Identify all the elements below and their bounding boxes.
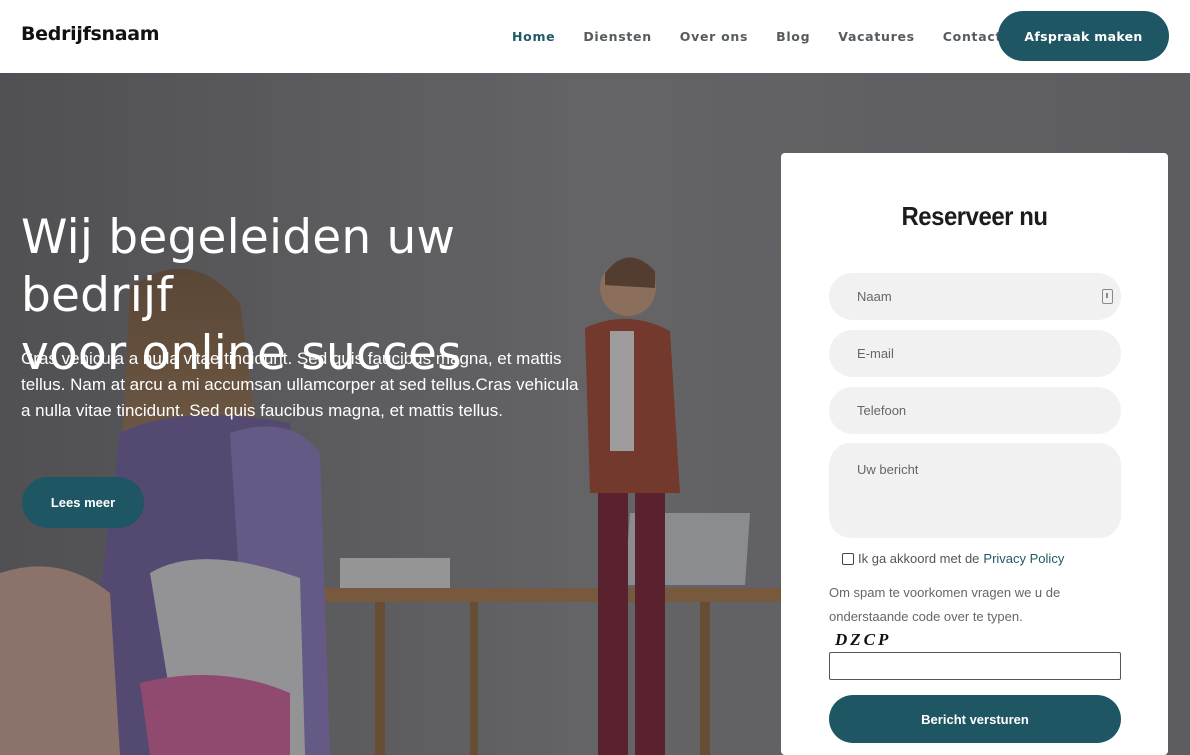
email-placeholder: E-mail [857, 346, 894, 361]
hero-title-line1: Wij begeleiden uw bedrijf [21, 210, 456, 323]
captcha-code: DZCP [835, 630, 892, 649]
reservation-form-card: Reserveer nu Naam E-mail Telefoon Uw ber… [781, 153, 1168, 755]
consent-label: Ik ga akkoord met de [858, 551, 980, 566]
message-field[interactable]: Uw bericht [829, 443, 1121, 538]
nav-over-ons[interactable]: Over ons [666, 29, 762, 44]
name-placeholder: Naam [857, 289, 892, 304]
hero-description: Cras vehicula a nulla vitae tincidunt. S… [21, 349, 579, 420]
nav-diensten[interactable]: Diensten [569, 29, 665, 44]
phone-field[interactable]: Telefoon [829, 387, 1121, 434]
spam-notice: Om spam te voorkomen vragen we u de onde… [829, 585, 1061, 624]
email-field[interactable]: E-mail [829, 330, 1121, 377]
brand-logo[interactable]: Bedrijfsnaam [21, 23, 160, 45]
consent-row: Ik ga akkoord met de Privacy Policy [842, 551, 1064, 566]
phone-placeholder: Telefoon [857, 403, 907, 418]
main-nav: Home Diensten Over ons Blog Vacatures Co… [498, 0, 1016, 73]
message-placeholder: Uw bericht [857, 462, 919, 477]
name-field[interactable]: Naam [829, 273, 1121, 320]
privacy-policy-link[interactable]: Privacy Policy [983, 551, 1064, 566]
contact-card-icon[interactable] [1102, 289, 1113, 304]
nav-blog[interactable]: Blog [762, 29, 824, 44]
appointment-button[interactable]: Afspraak maken [998, 11, 1169, 61]
nav-vacatures[interactable]: Vacatures [824, 29, 929, 44]
site-header: Bedrijfsnaam Home Diensten Over ons Blog… [0, 0, 1190, 73]
consent-checkbox[interactable] [842, 552, 854, 565]
read-more-button[interactable]: Lees meer [22, 477, 144, 528]
nav-home[interactable]: Home [498, 29, 569, 44]
form-title: Reserveer nu [901, 201, 1048, 231]
captcha-input[interactable] [829, 652, 1121, 680]
submit-button[interactable]: Bericht versturen [829, 695, 1121, 743]
